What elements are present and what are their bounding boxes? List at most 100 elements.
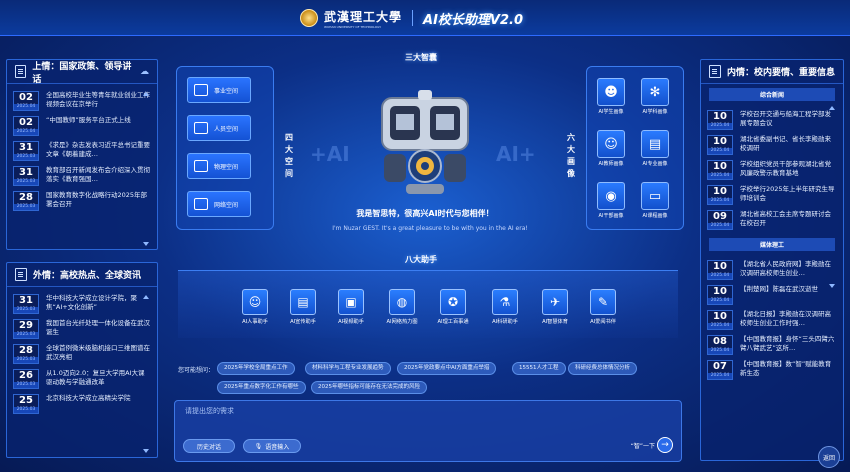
teacher-icon: ☺ <box>597 130 625 158</box>
assistant-publicity-button[interactable]: ▤ AI宣传助手 <box>281 289 325 325</box>
list-item[interactable]: 25 2025.03 北京科技大学成立高精尖学院 <box>13 394 151 414</box>
date-year-month: 2025.03 <box>14 332 38 338</box>
assistant-label: AI智慧体育 <box>542 319 568 325</box>
list-item[interactable]: 10 2025.04 学校组织党员干部参观湖北省党风廉政警示教育基地 <box>707 160 837 180</box>
six-portraits-label: 六大画像 <box>567 133 575 178</box>
portrait-major-button[interactable]: ▤ AI专业画像 <box>638 130 672 167</box>
scroll-down-icon[interactable] <box>829 284 835 288</box>
space-personnel-button[interactable]: 人员空间 <box>187 115 251 141</box>
assistant-label: AI宣传助手 <box>290 319 316 325</box>
assistant-video-button[interactable]: ▣ AI视频助手 <box>329 289 373 325</box>
news-title: 湖北省高校工会主席专题研讨会在校召开 <box>740 210 831 227</box>
date-day: 25 <box>19 395 33 406</box>
date-day: 02 <box>19 92 33 103</box>
date-year-month: 2025.03 <box>14 179 38 185</box>
scroll-up-icon[interactable] <box>829 106 835 110</box>
scroll-up-icon[interactable] <box>143 92 149 96</box>
network-space-icon <box>194 198 208 210</box>
scroll-up-icon[interactable] <box>143 295 149 299</box>
space-label: 网络空间 <box>214 201 239 209</box>
school-logo-icon <box>300 9 318 27</box>
app-title: AI校长助理V2.0 <box>423 12 524 28</box>
list-item[interactable]: 31 2025.03 华中科技大学成立设计学院，聚焦“AI+文化创新” <box>13 294 151 314</box>
news-list: 02 2025.04 全国高校毕业生等青年就业创业工作视频会议在京举行 02 2025.… <box>7 84 157 211</box>
assistant-reading-button[interactable]: ✎ AI爱阅书伴 <box>581 289 625 325</box>
space-network-button[interactable]: 网络空间 <box>187 191 251 217</box>
scroll-down-icon[interactable] <box>143 242 149 246</box>
suggestion-chip[interactable]: 科研经费总体情况分析 <box>568 362 638 375</box>
chat-input[interactable] <box>185 407 665 415</box>
publicity-icon: ▤ <box>290 289 316 315</box>
suggestion-chip[interactable]: 2025年学校全局重点工作 <box>217 362 295 375</box>
date-badge: 10 2025.04 <box>707 160 733 180</box>
assistant-network-heatmap-button[interactable]: ◍ AI网络热力图 <box>380 289 424 325</box>
list-item[interactable]: 31 2025.03 教育部召开新闻发布会介绍深入贯彻落实《教育强国… <box>13 166 151 186</box>
document-icon <box>15 268 27 281</box>
suggestion-chip[interactable]: 2025年哪些指标可能存在无法完成的风险 <box>311 381 427 394</box>
assistant-hr-button[interactable]: ☺ AI人事助手 <box>233 289 277 325</box>
send-label[interactable]: “智”一下 <box>631 441 655 450</box>
list-item[interactable]: 26 2025.03 从1.0迈向2.0：复旦大学用AI大课驱动教与学融通改革 <box>13 369 151 389</box>
date-year-month: 2025.04 <box>708 123 732 129</box>
date-year-month: 2025.03 <box>14 357 38 363</box>
history-button[interactable]: 历史对话 <box>183 439 235 453</box>
list-item[interactable]: 10 2025.04 学校召开交通与船海工程学部发展专题会议 <box>707 110 837 130</box>
assistant-sports-button[interactable]: ✈ AI智慧体育 <box>533 289 577 325</box>
back-button[interactable]: 返回 <box>818 446 840 468</box>
suggestion-chip[interactable]: 2025年重点数字化工作有哪些 <box>217 381 306 394</box>
greeting-en: I'm Nuzar GEST. It's a great pleasure to… <box>332 225 528 232</box>
assistants-strip: ☺ AI人事助手 ▤ AI宣传助手 ▣ AI视频助手 ◍ AI网络热力图 ✪ A… <box>178 270 678 338</box>
list-item[interactable]: 29 2025.03 我国首台光纤处理一体化设备在武汉诞生 <box>13 319 151 339</box>
list-item[interactable]: 09 2025.04 湖北省高校工会主席专题研讨会在校召开 <box>707 210 837 230</box>
list-item[interactable]: 07 2025.04 【中国教育报】数“智”赋能教育新生态 <box>707 360 837 380</box>
suggestion-chip[interactable]: 2025年党政要点中AI方面重点举措 <box>397 362 497 375</box>
ai-left-deco: +AI <box>310 142 350 166</box>
three-wisdom-title: 三大智囊 <box>405 53 437 62</box>
assistant-encyclopedia-button[interactable]: ✪ AI理工百事通 <box>431 289 475 325</box>
assistant-label: AI视频助手 <box>338 319 364 325</box>
portrait-discipline-button[interactable]: ✻ AI学科画像 <box>638 78 672 115</box>
news-title: 华中科技大学成立设计学院，聚焦“AI+文化创新” <box>46 294 137 311</box>
list-item[interactable]: 02 2025.04 “中国教师”服务平台正式上线 <box>13 116 151 136</box>
video-icon: ▣ <box>338 289 364 315</box>
portrait-cadre-button[interactable]: ◉ AI干部画像 <box>594 182 628 219</box>
list-item[interactable]: 08 2025.04 【中国教育报】身怀“三头四臂六臂八臂武艺”这所… <box>707 335 837 355</box>
portrait-student-button[interactable]: ☻ AI学生画像 <box>594 78 628 115</box>
space-career-button[interactable]: 事业空间 <box>187 77 251 103</box>
news-title: 【中国教育报】数“智”赋能教育新生态 <box>740 360 832 377</box>
list-item[interactable]: 28 2025.03 国家教育数字化战略行动2025年部署会召开 <box>13 191 151 211</box>
news-title: 学校召开交通与船海工程学部发展专题会议 <box>740 110 831 127</box>
ai-right-deco: AI+ <box>496 142 536 166</box>
date-badge: 08 2025.04 <box>707 335 733 355</box>
news-title: “中国教师”服务平台正式上线 <box>46 116 131 124</box>
subhead-media: 媒体理工 <box>709 238 835 251</box>
news-title: 【湖北日报】李殿勋在汉调研高校师生创业工作时强… <box>740 310 831 327</box>
list-item[interactable]: 10 2025.04 【湖北省人民政府网】李殿勋在汉调研高校师生创业… <box>707 260 837 280</box>
list-item[interactable]: 10 2025.04 湖北省委副书记、省长李殿勋来校调研 <box>707 135 837 155</box>
portrait-course-button[interactable]: ▭ AI课程画像 <box>638 182 672 219</box>
voice-input-button[interactable]: 🎙 语音输入 <box>243 439 301 453</box>
list-item[interactable]: 10 2025.04 学校举行2025年上半年研究生导师培训会 <box>707 185 837 205</box>
scroll-down-icon[interactable] <box>143 449 149 453</box>
date-badge: 28 2025.03 <box>13 344 39 364</box>
list-item[interactable]: 02 2025.04 全国高校毕业生等青年就业创业工作视频会议在京举行 <box>13 91 151 111</box>
cloud-download-icon[interactable]: ☁ <box>140 67 149 77</box>
date-day: 10 <box>713 261 727 272</box>
space-physical-button[interactable]: 物理空间 <box>187 153 251 179</box>
greeting-cn: 我是智思特，很高兴AI时代与您相伴！ <box>356 209 494 218</box>
portrait-teacher-button[interactable]: ☺ AI教师画像 <box>594 130 628 167</box>
chat-input-box: 历史对话 🎙 语音输入 “智”一下 → <box>174 400 682 462</box>
suggestion-chip[interactable]: 15551人才工程 <box>512 362 566 375</box>
list-item[interactable]: 31 2025.03 《求是》杂志发表习近平总书记重要文章《朝着建成… <box>13 141 151 161</box>
date-day: 10 <box>713 186 727 197</box>
suggestion-chip[interactable]: 材料科学与工程专业发展趋势 <box>305 362 391 375</box>
date-badge: 10 2025.04 <box>707 310 733 330</box>
portrait-label: AI课程画像 <box>642 213 668 219</box>
list-item[interactable]: 10 2025.04 【荆楚网】陈磊在武汉逝世 <box>707 285 837 305</box>
list-item[interactable]: 10 2025.04 【湖北日报】李殿勋在汉调研高校师生创业工作时强… <box>707 310 837 330</box>
list-item[interactable]: 28 2025.03 全球首例微米级脑机接口三维图谱在武汉亮相 <box>13 344 151 364</box>
assistant-research-button[interactable]: ⚗ AI科研助手 <box>483 289 527 325</box>
send-arrow-icon[interactable]: → <box>657 437 673 453</box>
date-year-month: 2025.04 <box>708 173 732 179</box>
microphone-icon: 🎙 <box>254 442 263 450</box>
